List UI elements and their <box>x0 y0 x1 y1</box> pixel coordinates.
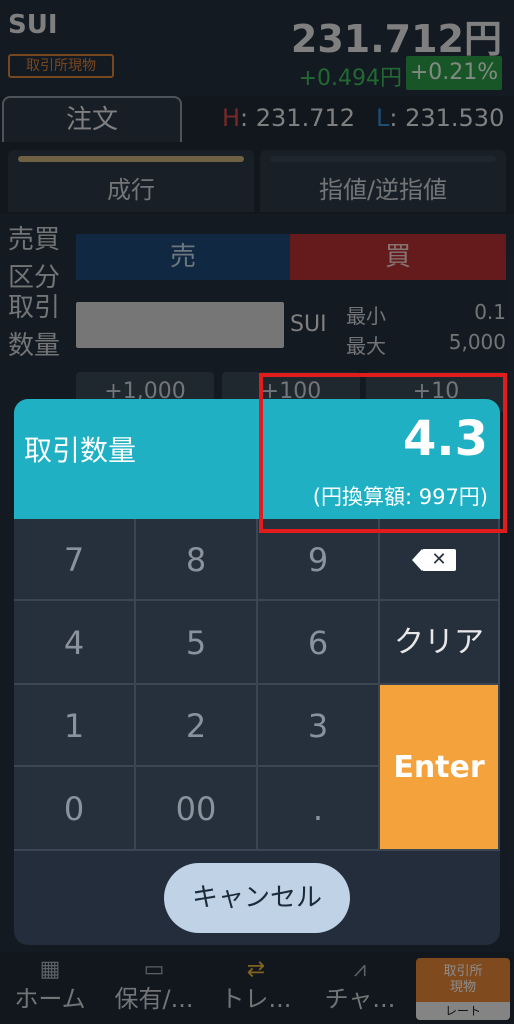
key-1[interactable]: 1 <box>14 685 136 767</box>
key-2[interactable]: 2 <box>136 685 258 767</box>
key-3[interactable]: 3 <box>258 685 380 767</box>
key-4[interactable]: 4 <box>14 601 136 685</box>
clear-button[interactable]: クリア <box>380 601 500 685</box>
key-7[interactable]: 7 <box>14 519 136 601</box>
dialog-title: 取引数量 <box>24 434 137 467</box>
key-8[interactable]: 8 <box>136 519 258 601</box>
backspace-glyph: ✕ <box>431 549 447 570</box>
key-0[interactable]: 0 <box>14 767 136 851</box>
key-decimal[interactable]: . <box>258 767 380 851</box>
key-00[interactable]: 00 <box>136 767 258 851</box>
key-6[interactable]: 6 <box>258 601 380 685</box>
backspace-icon: ✕ <box>412 549 456 571</box>
cancel-button[interactable]: キャンセル <box>164 863 350 933</box>
enter-button[interactable]: Enter <box>380 685 500 851</box>
highlight-box <box>259 373 507 533</box>
key-5[interactable]: 5 <box>136 601 258 685</box>
